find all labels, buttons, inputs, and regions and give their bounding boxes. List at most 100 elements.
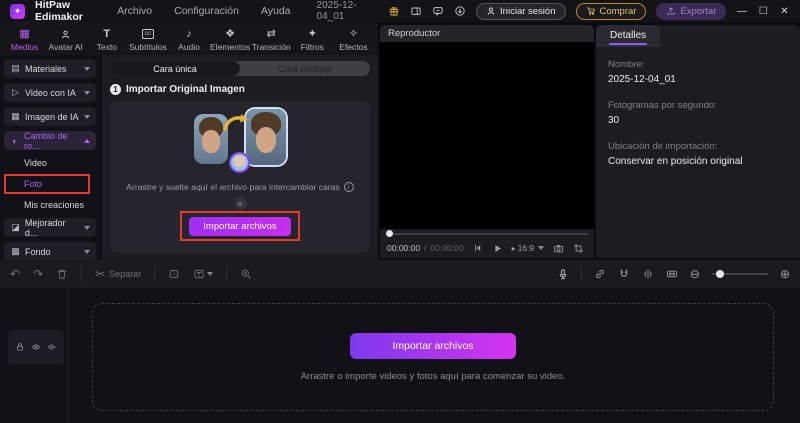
feedback-icon[interactable] bbox=[432, 3, 444, 20]
close-button[interactable]: ✕ bbox=[779, 6, 790, 17]
zoom-slider-knob[interactable] bbox=[716, 270, 724, 278]
login-button[interactable]: Iniciar sesión bbox=[476, 3, 565, 20]
link-clips-icon[interactable] bbox=[594, 268, 606, 280]
timeline-hint: Arrastre o importe videos y fotos aquí p… bbox=[301, 371, 566, 382]
menu-ayuda[interactable]: Ayuda bbox=[255, 5, 297, 17]
tab-medios[interactable]: ▦ Medios bbox=[4, 24, 45, 55]
tab-avatar-ai[interactable]: Avatar AI bbox=[45, 24, 86, 55]
tab-texto[interactable]: T Texto bbox=[86, 24, 127, 55]
menu-configuracion[interactable]: Configuración bbox=[168, 5, 245, 17]
track-header bbox=[8, 330, 64, 364]
workspace: ▦ Medios Avatar AI T Texto cc Subtítulos bbox=[0, 22, 800, 258]
export-button[interactable]: Exportar bbox=[656, 3, 726, 20]
sidebar-subitem-mis-creaciones[interactable]: Mis creaciones bbox=[4, 197, 96, 213]
sticker-icon[interactable] bbox=[168, 268, 180, 280]
zoom-out-icon[interactable]: ⊖ bbox=[690, 268, 700, 280]
delete-icon[interactable] bbox=[56, 268, 68, 280]
detail-field: Nombre: 2025-12-04_01 bbox=[608, 59, 788, 85]
chevron-down-icon bbox=[84, 250, 90, 254]
magnet-snap-icon[interactable] bbox=[618, 268, 630, 280]
background-icon: ▩ bbox=[10, 246, 21, 257]
panels-icon[interactable] bbox=[410, 3, 422, 20]
menu-archivo[interactable]: Archivo bbox=[111, 5, 158, 17]
previous-frame-icon[interactable] bbox=[473, 243, 483, 253]
download-update-icon[interactable] bbox=[454, 3, 466, 20]
face-mode-tabs: Cara única Cara múltiple bbox=[110, 61, 370, 76]
current-time: 00:00:00 bbox=[387, 243, 420, 253]
chevron-down-icon bbox=[84, 115, 90, 119]
tab-elementos[interactable]: ❖ Elementos bbox=[210, 24, 251, 55]
redo-icon[interactable]: ↷ bbox=[33, 268, 43, 280]
tab-transicion[interactable]: ⇄ Transición bbox=[251, 24, 292, 55]
gift-icon[interactable] bbox=[388, 3, 400, 20]
sidebar-item-mejorador[interactable]: ◪ Mejorador d... bbox=[4, 218, 96, 237]
buy-label: Comprar bbox=[600, 6, 637, 17]
face-swap-illustration bbox=[194, 109, 286, 171]
effects-icon: ✧ bbox=[349, 28, 358, 41]
player-panel: Reproductor 00:00:00 / 00:00:00 bbox=[380, 25, 594, 258]
tab-audio[interactable]: ♪ Audio bbox=[168, 24, 209, 55]
track-header-divider bbox=[68, 288, 69, 423]
tab-subtitulos[interactable]: cc Subtítulos bbox=[127, 24, 168, 55]
seek-knob[interactable] bbox=[386, 230, 393, 237]
hide-track-icon[interactable] bbox=[31, 342, 41, 352]
aspect-ratio-select[interactable]: ▸ 16:9 bbox=[512, 243, 545, 253]
split-button[interactable]: ✂ Separar bbox=[95, 268, 141, 280]
detail-field: Ubicación de importación: Conservar en p… bbox=[608, 141, 788, 167]
mute-track-icon[interactable] bbox=[47, 342, 57, 352]
chevron-down-icon bbox=[84, 226, 90, 230]
snapshot-icon[interactable] bbox=[553, 243, 564, 254]
app-logo-icon: ✦ bbox=[10, 4, 25, 19]
undo-icon[interactable]: ↶ bbox=[10, 268, 20, 280]
detail-field: Fotogramas por segundo: 30 bbox=[608, 100, 788, 126]
magnifier-plus-icon[interactable] bbox=[240, 268, 252, 280]
audio-icon: ♪ bbox=[186, 28, 192, 41]
import-location-value: Conservar en posición original bbox=[608, 156, 788, 167]
info-icon[interactable]: i bbox=[344, 182, 354, 192]
fullscreen-icon[interactable] bbox=[593, 243, 594, 254]
buy-button[interactable]: Comprar bbox=[576, 3, 647, 20]
video-preview bbox=[380, 42, 594, 229]
seek-bar[interactable] bbox=[386, 229, 588, 238]
clip-name-value: 2025-12-04_01 bbox=[608, 74, 788, 85]
avatar-ai-icon bbox=[60, 28, 71, 41]
subtitles-icon: cc bbox=[142, 28, 155, 41]
sidebar-item-fondo[interactable]: ▩ Fondo bbox=[4, 242, 96, 261]
timeline-area[interactable]: Importar archivos Arrastre o importe vid… bbox=[0, 288, 800, 423]
zoom-in-icon[interactable]: ⊕ bbox=[780, 268, 790, 280]
timeline-zoom-slider[interactable] bbox=[712, 270, 768, 278]
step-header: 1 Importar Original Imagen bbox=[110, 84, 370, 95]
project-name: 2025-12-04_01 bbox=[317, 0, 365, 22]
fit-timeline-icon[interactable] bbox=[666, 268, 678, 280]
tab-cara-multiple[interactable]: Cara múltiple bbox=[240, 61, 370, 76]
elements-icon: ❖ bbox=[225, 28, 235, 41]
maximize-button[interactable]: ☐ bbox=[758, 6, 769, 17]
lock-track-icon[interactable] bbox=[15, 342, 25, 352]
timeline-import-button[interactable]: Importar archivos bbox=[350, 333, 515, 359]
chevron-up-icon bbox=[84, 139, 90, 143]
sidebar: ▤ Materiales ▷ Video con IA ▦ Imagen de … bbox=[0, 55, 100, 286]
text-tool-button[interactable] bbox=[193, 268, 213, 280]
sidebar-item-imagen-de-ia[interactable]: ▦ Imagen de IA bbox=[4, 107, 96, 126]
tab-efectos[interactable]: ✧ Efectos bbox=[333, 24, 374, 55]
tab-filtros[interactable]: ✦ Filtros bbox=[292, 24, 333, 55]
tab-cara-unica[interactable]: Cara única bbox=[110, 61, 240, 76]
tab-detalles[interactable]: Detalles bbox=[596, 25, 660, 47]
swap-arrow-icon bbox=[221, 110, 251, 132]
folder-icon: ▤ bbox=[10, 63, 21, 74]
play-icon[interactable] bbox=[492, 243, 503, 254]
sidebar-item-cambio-de-rostro[interactable]: ◐ Cambio de ro... bbox=[4, 131, 96, 150]
split-view-icon[interactable] bbox=[642, 268, 654, 280]
sidebar-subitem-foto[interactable]: Foto bbox=[4, 176, 96, 192]
details-panel: Detalles Nombre: 2025-12-04_01 Fotograma… bbox=[596, 25, 800, 258]
timeline-drop-zone[interactable]: Importar archivos Arrastre o importe vid… bbox=[92, 303, 774, 411]
import-files-button[interactable]: Importar archivos bbox=[189, 217, 290, 236]
microphone-icon[interactable] bbox=[557, 268, 569, 280]
minimize-button[interactable]: — bbox=[736, 6, 747, 17]
sidebar-item-materiales[interactable]: ▤ Materiales bbox=[4, 59, 96, 78]
transition-icon: ⇄ bbox=[267, 28, 276, 41]
sidebar-item-video-con-ia[interactable]: ▷ Video con IA bbox=[4, 83, 96, 102]
crop-icon[interactable] bbox=[573, 243, 584, 254]
sidebar-subitem-video[interactable]: Video bbox=[4, 155, 96, 171]
image-drop-area[interactable]: Arrastre y suelte aquí el archivo para i… bbox=[110, 101, 370, 253]
